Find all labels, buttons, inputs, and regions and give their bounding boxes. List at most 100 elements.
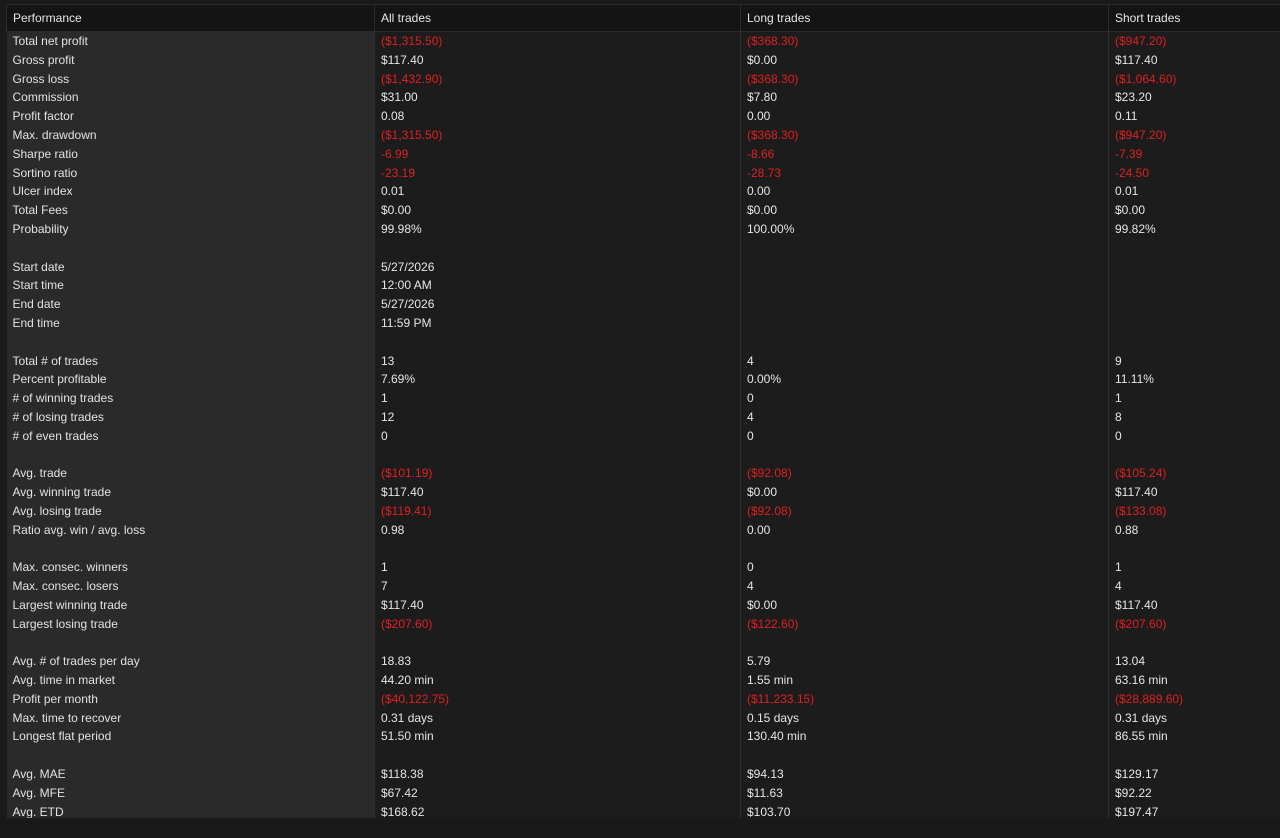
spacer-cell: [1108, 746, 1280, 766]
cell-long-trades: 0: [740, 389, 1109, 408]
cell-long-trades: -28.73: [740, 163, 1109, 183]
spacer-cell: [374, 238, 741, 258]
cell-long-trades: $7.80: [740, 88, 1109, 108]
table-row[interactable]: Profit factor 0.08 0.00 0.11: [6, 107, 1280, 126]
cell-all-trades: ($1,432.90): [374, 69, 741, 89]
cell-short-trades: 4: [1108, 577, 1280, 596]
table-row[interactable]: Avg. losing trade ($119.41) ($92.08) ($133.…: [6, 501, 1280, 521]
cell-all-trades: 5/27/2026: [374, 295, 741, 314]
column-header-all-trades[interactable]: All trades: [374, 4, 741, 32]
table-row[interactable]: Percent profitable 7.69% 0.00% 11.11%: [6, 370, 1280, 390]
cell-all-trades: ($1,315.50): [374, 31, 741, 51]
cell-long-trades: ($368.30): [740, 125, 1109, 145]
spacer-row: [6, 633, 1280, 653]
table-row[interactable]: Total Fees $0.00 $0.00 $0.00: [6, 201, 1280, 220]
table-row[interactable]: Max. consec. winners 1 0 1: [6, 558, 1280, 578]
cell-short-trades: ($28,889.60): [1108, 689, 1280, 709]
column-header-long-trades[interactable]: Long trades: [740, 4, 1109, 32]
table-row[interactable]: Avg. trade ($101.19) ($92.08) ($105.24): [6, 464, 1280, 484]
table-row[interactable]: Sharpe ratio -6.99 -8.66 -7.39: [6, 144, 1280, 164]
cell-short-trades: -7.39: [1108, 144, 1280, 164]
cell-all-trades: 12:00 AM: [374, 276, 741, 296]
table-row[interactable]: Gross profit $117.40 $0.00 $117.40: [6, 50, 1280, 70]
cell-all-trades: $117.40: [374, 483, 741, 502]
table-row[interactable]: Ulcer index 0.01 0.00 0.01: [6, 182, 1280, 202]
table-row[interactable]: Max. time to recover 0.31 days 0.15 days 0.…: [6, 708, 1280, 728]
row-label: Largest losing trade: [6, 614, 375, 634]
cell-all-trades: $67.42: [374, 783, 741, 803]
cell-short-trades: $117.40: [1108, 50, 1280, 70]
table-row[interactable]: Avg. MFE $67.42 $11.63 $92.22: [6, 783, 1280, 803]
spacer-cell: [374, 539, 741, 559]
table-row[interactable]: # of winning trades 1 0 1: [6, 389, 1280, 408]
cell-long-trades: 4: [740, 577, 1109, 596]
performance-table: Performance All trades Long trades Short…: [6, 4, 1280, 822]
row-label: Largest winning trade: [6, 595, 375, 615]
cell-all-trades: 0.31 days: [374, 708, 741, 728]
cell-short-trades: ($1,064.60): [1108, 69, 1280, 89]
table-row[interactable]: Avg. time in market 44.20 min 1.55 min 63.1…: [6, 671, 1280, 690]
table-row[interactable]: Gross loss ($1,432.90) ($368.30) ($1,064.60…: [6, 69, 1280, 89]
cell-short-trades: 8: [1108, 407, 1280, 427]
cell-all-trades: 99.98%: [374, 219, 741, 239]
row-label: Percent profitable: [6, 370, 375, 390]
cell-long-trades: $94.13: [740, 765, 1109, 784]
table-row[interactable]: Start time 12:00 AM: [6, 276, 1280, 296]
cell-long-trades: 0.00: [740, 107, 1109, 126]
row-label: Avg. trade: [6, 464, 375, 484]
table-row[interactable]: End time 11:59 PM: [6, 313, 1280, 333]
cell-long-trades: [740, 295, 1109, 314]
cell-long-trades: $0.00: [740, 201, 1109, 220]
table-row[interactable]: Largest losing trade ($207.60) ($122.60) ($…: [6, 614, 1280, 634]
table-row[interactable]: Start date 5/27/2026: [6, 257, 1280, 277]
row-label: Sharpe ratio: [6, 144, 375, 164]
table-row[interactable]: Total # of trades 13 4 9: [6, 351, 1280, 371]
cell-short-trades: ($105.24): [1108, 464, 1280, 484]
spacer-cell: [1108, 633, 1280, 653]
table-row[interactable]: Avg. MAE $118.38 $94.13 $129.17: [6, 765, 1280, 784]
column-header-performance[interactable]: Performance: [6, 4, 375, 32]
spacer-cell: [740, 332, 1109, 352]
cell-all-trades: 1: [374, 558, 741, 578]
table-row[interactable]: Max. drawdown ($1,315.50) ($368.30) ($947.2…: [6, 125, 1280, 145]
cell-short-trades: ($207.60): [1108, 614, 1280, 634]
spacer-cell: [1108, 238, 1280, 258]
cell-short-trades: $23.20: [1108, 88, 1280, 108]
spacer-row: [6, 445, 1280, 465]
table-row[interactable]: Avg. # of trades per day 18.83 5.79 13.04: [6, 652, 1280, 672]
cell-short-trades: 1: [1108, 389, 1280, 408]
cell-all-trades: 5/27/2026: [374, 257, 741, 277]
row-label: Avg. time in market: [6, 671, 375, 690]
cell-long-trades: 4: [740, 351, 1109, 371]
cell-short-trades: 0.88: [1108, 520, 1280, 540]
cell-long-trades: 1.55 min: [740, 671, 1109, 690]
row-label: Ulcer index: [6, 182, 375, 202]
cell-all-trades: 0.01: [374, 182, 741, 202]
table-row[interactable]: End date 5/27/2026: [6, 295, 1280, 314]
column-header-short-trades[interactable]: Short trades: [1108, 4, 1280, 32]
row-label: Profit factor: [6, 107, 375, 126]
table-row[interactable]: Max. consec. losers 7 4 4: [6, 577, 1280, 596]
table-row[interactable]: Commission $31.00 $7.80 $23.20: [6, 88, 1280, 108]
table-row[interactable]: Avg. winning trade $117.40 $0.00 $117.40: [6, 483, 1280, 502]
cell-short-trades: 0.31 days: [1108, 708, 1280, 728]
table-row[interactable]: Longest flat period 51.50 min 130.40 min 86…: [6, 727, 1280, 747]
table-row[interactable]: Probability 99.98% 100.00% 99.82%: [6, 219, 1280, 239]
table-row[interactable]: # of even trades 0 0 0: [6, 426, 1280, 446]
cell-short-trades: $92.22: [1108, 783, 1280, 803]
performance-window: Performance All trades Long trades Short…: [0, 0, 1280, 838]
cell-long-trades: 0: [740, 426, 1109, 446]
spacer-cell: [374, 746, 741, 766]
table-row[interactable]: Profit per month ($40,122.75) ($11,233.15)…: [6, 689, 1280, 709]
cell-short-trades: 0.01: [1108, 182, 1280, 202]
table-row[interactable]: Total net profit ($1,315.50) ($368.30) ($94…: [6, 31, 1280, 51]
table-row[interactable]: Largest winning trade $117.40 $0.00 $117.40: [6, 595, 1280, 615]
cell-long-trades: 100.00%: [740, 219, 1109, 239]
table-row[interactable]: Ratio avg. win / avg. loss 0.98 0.00 0.88: [6, 520, 1280, 540]
cell-short-trades: ($947.20): [1108, 125, 1280, 145]
table-row[interactable]: # of losing trades 12 4 8: [6, 407, 1280, 427]
spacer-cell: [1108, 539, 1280, 559]
cell-all-trades: ($101.19): [374, 464, 741, 484]
cell-all-trades: -6.99: [374, 144, 741, 164]
table-row[interactable]: Sortino ratio -23.19 -28.73 -24.50: [6, 163, 1280, 183]
